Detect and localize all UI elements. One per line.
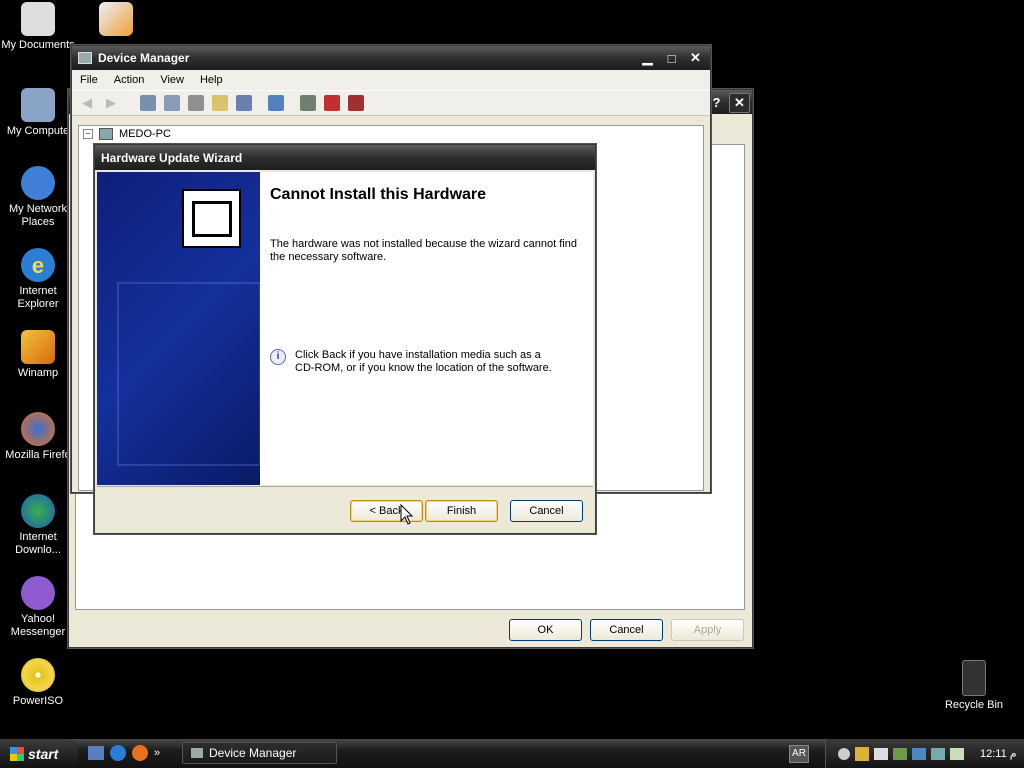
volume-icon[interactable] xyxy=(874,747,888,760)
desktop-icon-my-computer[interactable]: My Compute xyxy=(0,88,78,138)
close-icon[interactable]: ✕ xyxy=(729,93,750,113)
maximize-button[interactable]: □ xyxy=(662,49,681,67)
wizard-heading: Cannot Install this Hardware xyxy=(270,186,487,203)
wizard-separator xyxy=(97,486,593,487)
app-icon xyxy=(99,2,133,36)
update-driver-icon[interactable] xyxy=(300,95,316,111)
desktop-icon-other[interactable] xyxy=(76,2,156,39)
cancel-button[interactable]: Cancel xyxy=(590,619,663,641)
tray-icon-1[interactable] xyxy=(838,747,850,760)
cancel-button[interactable]: Cancel xyxy=(510,500,583,522)
close-button[interactable]: ✕ xyxy=(686,49,705,67)
view-icon[interactable] xyxy=(236,95,252,111)
firefox-icon xyxy=(21,412,55,446)
recycle-bin-icon xyxy=(962,660,986,696)
menu-file[interactable]: File xyxy=(72,74,106,86)
wizard-message: The hardware was not installed because t… xyxy=(270,238,577,263)
wizard-titlebar: Hardware Update Wizard xyxy=(95,145,595,170)
wizard-title: Hardware Update Wizard xyxy=(101,150,243,165)
menu-help[interactable]: Help xyxy=(192,74,231,86)
show-desktop-icon[interactable] xyxy=(88,746,104,760)
network-icon[interactable] xyxy=(912,747,926,760)
forward-arrow-icon[interactable]: ▶ xyxy=(106,95,122,111)
desktop-icon-poweriso[interactable]: PowerISO xyxy=(0,658,78,708)
clock[interactable]: 12:11 م xyxy=(980,747,1017,760)
yahoo-messenger-icon xyxy=(21,576,55,610)
desktop-icon-my-documents[interactable]: My Documents xyxy=(0,2,78,52)
device-manager-icon xyxy=(78,52,92,64)
desktop-icon-winamp[interactable]: Winamp xyxy=(0,330,78,380)
network-icon xyxy=(21,166,55,200)
taskbar: start » Device Manager AR 12:11 م xyxy=(0,739,1024,768)
collapse-icon[interactable]: − xyxy=(83,129,93,139)
help-icon[interactable] xyxy=(212,95,228,111)
tree-item-medo-pc[interactable]: − MEDO-PC xyxy=(83,128,171,140)
show-hide-tree-icon[interactable] xyxy=(140,95,156,111)
system-tray: 12:11 م xyxy=(825,739,1024,768)
wizard-content: Cannot Install this Hardware The hardwar… xyxy=(260,172,593,485)
desktop-icon-recycle-bin[interactable]: Recycle Bin xyxy=(934,660,1014,712)
properties-icon[interactable] xyxy=(164,95,180,111)
scan-icon[interactable] xyxy=(268,95,284,111)
quick-launch: » xyxy=(88,745,160,761)
minimize-button[interactable]: ▁ xyxy=(638,49,657,67)
desktop-icon-my-network-places[interactable]: My Network Places xyxy=(0,166,78,229)
download-manager-icon xyxy=(21,494,55,528)
firefox-icon[interactable] xyxy=(132,745,148,761)
internet-explorer-icon[interactable] xyxy=(110,745,126,761)
taskbar-task-device-manager[interactable]: Device Manager xyxy=(182,742,337,764)
wizard-info: Click Back if you have installation medi… xyxy=(295,349,552,374)
toolbar: ◀ ▶ xyxy=(72,90,710,116)
wizard-banner xyxy=(97,172,260,485)
menu-view[interactable]: View xyxy=(152,74,192,86)
computer-icon xyxy=(21,88,55,122)
desktop-icon-internet-explorer[interactable]: e Internet Explorer xyxy=(0,248,78,311)
device-manager-titlebar: Device Manager xyxy=(72,46,710,70)
device-manager-title: Device Manager xyxy=(98,51,190,65)
folder-icon xyxy=(21,2,55,36)
tray-icon-2[interactable] xyxy=(855,746,869,761)
winamp-icon xyxy=(21,330,55,364)
apply-button: Apply xyxy=(671,619,744,641)
ok-button[interactable]: OK xyxy=(509,619,582,641)
mouse-cursor-icon xyxy=(400,504,414,525)
device-manager-icon xyxy=(191,748,203,758)
menu-action[interactable]: Action xyxy=(106,74,153,86)
disable-icon[interactable] xyxy=(348,95,364,111)
start-button[interactable]: start xyxy=(0,739,78,768)
print-icon[interactable] xyxy=(188,95,204,111)
info-icon: i xyxy=(270,349,286,365)
finish-button[interactable]: Finish xyxy=(425,500,498,522)
disc-icon xyxy=(21,658,55,692)
hardware-icon xyxy=(182,189,241,248)
tray-icon-5[interactable] xyxy=(950,747,964,760)
tray-icon-3[interactable] xyxy=(893,747,907,760)
language-indicator[interactable]: AR xyxy=(789,745,809,763)
back-arrow-icon[interactable]: ◀ xyxy=(82,95,98,111)
computer-icon xyxy=(99,128,113,140)
menu-bar: File Action View Help xyxy=(72,70,710,90)
uninstall-icon[interactable] xyxy=(324,95,340,111)
quick-launch-chevron[interactable]: » xyxy=(154,747,160,759)
windows-logo-icon xyxy=(10,746,24,761)
internet-explorer-icon: e xyxy=(21,248,55,282)
desktop-icon-internet-download-manager[interactable]: Internet Downlo... xyxy=(0,494,78,557)
desktop-icon-firefox[interactable]: Mozilla Firefo xyxy=(0,412,78,462)
hardware-update-wizard: Hardware Update Wizard Cannot Install th… xyxy=(94,144,596,534)
desktop-icon-yahoo-messenger[interactable]: Yahoo! Messenger xyxy=(0,576,78,639)
tree-root-label: MEDO-PC xyxy=(119,128,171,140)
tray-icon-4[interactable] xyxy=(931,747,945,760)
